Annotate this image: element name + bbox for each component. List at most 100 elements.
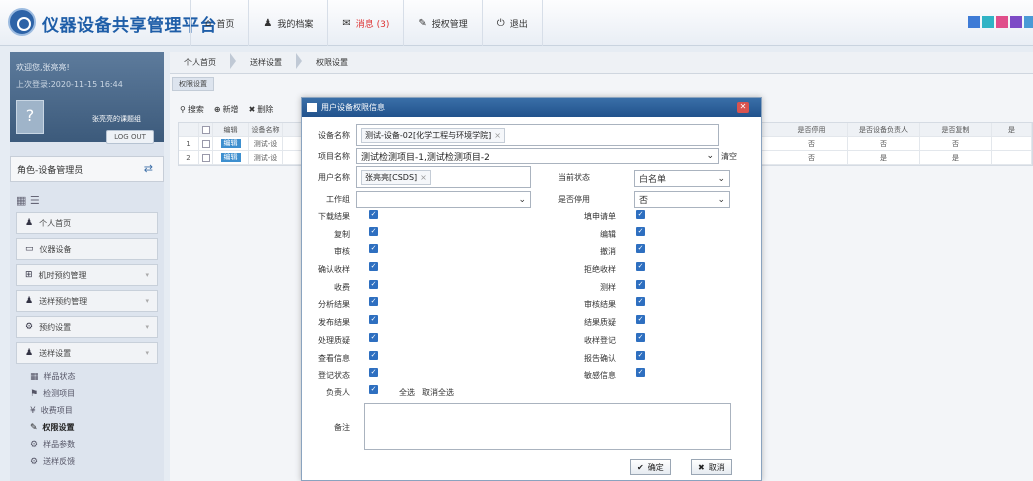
delete-icon: ✖	[248, 105, 256, 114]
perm-label: 审核结果	[584, 300, 616, 309]
user-label: 用户名称	[318, 172, 350, 182]
perm-label: 查看信息	[318, 354, 350, 363]
delete-button[interactable]: ✖ 删除	[249, 104, 274, 115]
nav-messages[interactable]: ✉ 消息 (3)	[327, 0, 403, 46]
perm-label: 报告确认	[584, 354, 616, 363]
theme-color-sky[interactable]	[1024, 16, 1033, 28]
perm-checkbox[interactable]: ✓	[636, 297, 645, 306]
sample-settings-submenu: ▦ 样品状态 ⚑ 检测项目 ¥ 收费项目 ✎ 权限设置 ⚙ 样品参数 ⚙ 送样反馈	[16, 368, 158, 470]
logout-button[interactable]: LOG OUT	[106, 130, 154, 144]
edit-button[interactable]: 编辑	[220, 153, 241, 162]
nav-profile[interactable]: ♟ 我的档案	[248, 0, 327, 46]
sidebar-menu: ♟ 个人首页 ▭ 仪器设备 ⊞ 机时预约管理 ▾ ♟ 送样预约管理 ▾ ⚙ 预约设置 ▾ ♟ 送样…	[16, 212, 158, 474]
sidebar-item-sample-settings[interactable]: ♟ 送样设置 ▾	[16, 342, 158, 364]
sidebar-item-machine-booking[interactable]: ⊞ 机时预约管理 ▾	[16, 264, 158, 286]
perm-checkbox[interactable]: ✓	[369, 244, 378, 253]
sidebar-item-instruments[interactable]: ▭ 仪器设备	[16, 238, 158, 260]
select-all-link[interactable]: 全选	[399, 387, 415, 398]
theme-color-teal[interactable]	[982, 16, 994, 28]
perm-checkbox[interactable]: ✓	[369, 385, 378, 394]
perm-checkbox[interactable]: ✓	[636, 333, 645, 342]
breadcrumb-sample-settings[interactable]: 送样设置	[236, 53, 302, 69]
remove-tag-icon[interactable]: ×	[494, 131, 501, 140]
breadcrumb-permission-settings[interactable]: 权限设置	[302, 57, 362, 68]
sidebar-item-sample-booking[interactable]: ♟ 送样预约管理 ▾	[16, 290, 158, 312]
perm-checkbox[interactable]: ✓	[369, 210, 378, 219]
theme-color-switcher[interactable]	[968, 16, 1033, 28]
status-select[interactable]: 白名单 ⌄	[634, 170, 730, 187]
confirm-button[interactable]: ✔ 确定	[630, 459, 671, 475]
perm-checkbox[interactable]: ✓	[636, 368, 645, 377]
perm-checkbox[interactable]: ✓	[636, 244, 645, 253]
theme-color-purple[interactable]	[1010, 16, 1022, 28]
search-icon: ⚲	[180, 105, 186, 114]
tab-permission-settings[interactable]: 权限设置	[172, 77, 214, 91]
edit-button[interactable]: 编辑	[220, 139, 241, 148]
status-label: 当前状态	[558, 173, 590, 182]
nav-logout[interactable]: ⏻ 退出	[481, 0, 543, 46]
grid-view-icon[interactable]: ▦	[16, 194, 26, 207]
perm-label: 发布结果	[318, 318, 350, 327]
perm-checkbox[interactable]: ✓	[636, 315, 645, 324]
role-switcher[interactable]: 角色-设备管理员 ⇄	[10, 156, 164, 182]
form-icon	[307, 103, 317, 112]
user-tag: 张亮亮[CSDS] ×	[361, 169, 431, 185]
perm-label: 审核	[334, 247, 350, 256]
switch-icon[interactable]: ⇄	[144, 162, 153, 175]
row-checkbox[interactable]	[201, 139, 210, 148]
nav-authorization[interactable]: ✎ 授权管理	[403, 0, 481, 46]
submenu-permission-settings[interactable]: ✎ 权限设置	[30, 419, 158, 436]
perm-checkbox[interactable]: ✓	[369, 280, 378, 289]
list-view-icon[interactable]: ☰	[30, 194, 40, 207]
sidebar-item-booking-settings[interactable]: ⚙ 预约设置 ▾	[16, 316, 158, 338]
submenu-test-items[interactable]: ⚑ 检测项目	[30, 385, 158, 402]
role-label: 角色-设备管理员	[17, 165, 84, 176]
group-select[interactable]: ⌄	[356, 191, 531, 208]
auth-icon: ✎	[418, 17, 427, 29]
nav-home[interactable]: ⌂ 首页	[190, 0, 248, 46]
perm-checkbox[interactable]: ✓	[636, 210, 645, 219]
perm-checkbox[interactable]: ✓	[369, 262, 378, 271]
device-field[interactable]: 测试-设备-02[化学工程与环境学院] ×	[356, 124, 719, 146]
project-select[interactable]: 测试检测项目-1,测试检测项目-2 ⌄	[356, 148, 719, 164]
submenu-sample-feedback[interactable]: ⚙ 送样反馈	[30, 453, 158, 470]
grid-header-disabled: 是否停用	[776, 122, 848, 137]
device-label: 设备名称	[318, 130, 350, 140]
perm-checkbox[interactable]: ✓	[636, 351, 645, 360]
breadcrumb-home[interactable]: 个人首页	[170, 53, 236, 69]
grid-header-more: 是	[992, 122, 1032, 137]
perm-checkbox[interactable]: ✓	[636, 227, 645, 236]
clear-link[interactable]: 清空	[721, 151, 737, 162]
perm-checkbox[interactable]: ✓	[636, 280, 645, 289]
cancel-button[interactable]: ✖ 取消	[691, 459, 732, 475]
submenu-sample-status[interactable]: ▦ 样品状态	[30, 368, 158, 385]
sidebar-item-home[interactable]: ♟ 个人首页	[16, 212, 158, 234]
chart-icon: ▦	[30, 371, 39, 382]
row-checkbox[interactable]	[201, 153, 210, 162]
user-field[interactable]: 张亮亮[CSDS] ×	[356, 166, 531, 188]
users-icon: ♟	[25, 296, 34, 306]
select-all-checkbox[interactable]	[201, 125, 210, 134]
perm-label: 确认收样	[318, 265, 350, 274]
group-name: 张亮亮的课题组	[92, 115, 141, 123]
perm-checkbox[interactable]: ✓	[369, 315, 378, 324]
remove-tag-icon[interactable]: ×	[420, 173, 427, 182]
submenu-sample-params[interactable]: ⚙ 样品参数	[30, 436, 158, 453]
view-toggle[interactable]: ▦ ☰	[16, 194, 40, 207]
perm-checkbox[interactable]: ✓	[369, 368, 378, 377]
theme-color-pink[interactable]	[996, 16, 1008, 28]
theme-color-blue[interactable]	[968, 16, 980, 28]
disabled-select[interactable]: 否 ⌄	[634, 191, 730, 208]
perm-checkbox[interactable]: ✓	[369, 297, 378, 306]
perm-checkbox[interactable]: ✓	[369, 227, 378, 236]
search-button[interactable]: ⚲ 搜索	[180, 104, 204, 115]
perm-checkbox[interactable]: ✓	[369, 351, 378, 360]
perm-label: 收费	[334, 283, 350, 292]
close-icon[interactable]: ✕	[737, 102, 749, 113]
perm-checkbox[interactable]: ✓	[636, 262, 645, 271]
deselect-all-link[interactable]: 取消全选	[422, 387, 454, 398]
note-textarea[interactable]	[364, 403, 731, 450]
perm-checkbox[interactable]: ✓	[369, 333, 378, 342]
add-button[interactable]: ⊕ 新增	[214, 104, 239, 115]
submenu-fee-items[interactable]: ¥ 收费项目	[30, 402, 158, 419]
